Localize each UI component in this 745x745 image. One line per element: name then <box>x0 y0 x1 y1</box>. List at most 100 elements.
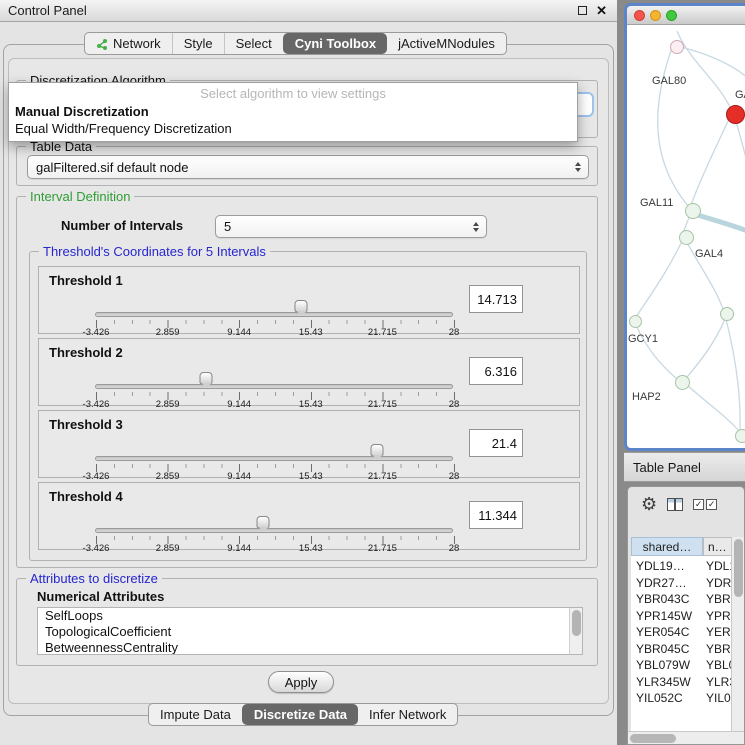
threshold-3-slider[interactable] <box>95 456 453 461</box>
table-row[interactable]: YER054CYER0 <box>631 624 733 641</box>
close-traffic-light[interactable] <box>634 10 645 21</box>
slider-scale-labels: -3.4262.8599.14415.4321.71528 <box>96 540 454 551</box>
threshold-1-slider[interactable] <box>95 312 453 317</box>
table-row[interactable]: YBL079WYBL0 <box>631 657 733 674</box>
close-icon[interactable]: ✕ <box>596 4 607 17</box>
combobox-arrows-icon <box>473 222 479 232</box>
network-node[interactable] <box>735 429 745 443</box>
table-panel-title: Table Panel <box>633 460 701 475</box>
network-node[interactable] <box>720 307 734 321</box>
table-row[interactable]: YPR145WYPR1 <box>631 608 733 625</box>
list-item[interactable]: BetweennessCentrality <box>38 640 582 655</box>
network-window-titlebar[interactable] <box>627 6 745 25</box>
number-of-intervals-label: Number of Intervals <box>61 218 183 233</box>
network-view-window: GAL80 GA GAL11 GAL4 GCY1 HAP2 <box>624 3 745 451</box>
control-panel-tabs: Network Style Select Cyni Toolbox jActiv… <box>84 32 507 55</box>
float-window-icon[interactable] <box>578 6 587 15</box>
table-row[interactable]: YLR345WYLR3 <box>631 674 733 691</box>
tab-label: jActiveMNodules <box>398 36 495 51</box>
slider-thumb[interactable] <box>200 372 213 384</box>
threshold-label: Threshold 3 <box>49 417 123 432</box>
table-row[interactable]: YDR27…YDR2 <box>631 575 733 592</box>
threshold-1-value-input[interactable] <box>469 285 523 313</box>
zoom-traffic-light[interactable] <box>666 10 677 21</box>
gear-icon[interactable]: ⚙ <box>641 495 657 513</box>
table-panel-titlebar: Table Panel <box>624 452 745 482</box>
slider-scale-labels: -3.4262.8599.14415.4321.71528 <box>96 324 454 335</box>
network-node[interactable] <box>679 230 694 245</box>
dropdown-option-manual[interactable]: Manual Discretization <box>9 103 577 120</box>
network-node[interactable] <box>629 315 642 328</box>
tab-jactivemnodules[interactable]: jActiveMNodules <box>387 33 506 54</box>
network-node[interactable] <box>670 40 684 54</box>
tab-label: Cyni Toolbox <box>295 36 376 51</box>
list-scrollbar[interactable] <box>569 608 582 654</box>
network-canvas[interactable]: GAL80 GA GAL11 GAL4 GCY1 HAP2 <box>627 25 745 448</box>
apply-button[interactable]: Apply <box>268 671 334 693</box>
checkbox-icon: ✓ <box>693 499 704 510</box>
numerical-attributes-label: Numerical Attributes <box>37 589 164 604</box>
list-item[interactable]: SelfLoops <box>38 608 582 624</box>
table-row[interactable]: YIL052CYIL0 <box>631 690 733 707</box>
dropdown-option-equal-width[interactable]: Equal Width/Frequency Discretization <box>9 120 577 137</box>
threshold-label: Threshold 4 <box>49 489 123 504</box>
desktop: Control Panel ✕ Network Style Select Cyn… <box>0 0 745 745</box>
table-row[interactable]: YBR043CYBR0 <box>631 591 733 608</box>
slider-scale-labels: -3.4262.8599.14415.4321.71528 <box>96 396 454 407</box>
list-item[interactable]: TopologicalCoefficient <box>38 624 582 640</box>
threshold-3-value-input[interactable] <box>469 429 523 457</box>
dropdown-hint: Select algorithm to view settings <box>9 85 577 103</box>
slider-scale-labels: -3.4262.8599.14415.4321.71528 <box>96 468 454 479</box>
scrollbar-thumb[interactable] <box>572 610 581 636</box>
threshold-2-value-input[interactable] <box>469 357 523 385</box>
slider-thumb[interactable] <box>295 300 308 312</box>
tab-network[interactable]: Network <box>85 33 172 54</box>
scrollbar-thumb[interactable] <box>630 734 676 743</box>
table-columns-icon[interactable] <box>667 498 683 511</box>
tab-label: Impute Data <box>160 707 231 722</box>
tab-label: Style <box>184 36 213 51</box>
table-row[interactable]: YDL19…YDL1 <box>631 558 733 575</box>
node-label: GCY1 <box>628 333 658 345</box>
table-header-row: shared… n… <box>631 537 744 556</box>
combobox-arrows-icon <box>575 162 581 172</box>
tab-infer-network[interactable]: Infer Network <box>358 704 457 725</box>
slider-thumb[interactable] <box>371 444 384 456</box>
threshold-4-value-input[interactable] <box>469 501 523 529</box>
tab-label: Infer Network <box>369 707 446 722</box>
number-of-intervals-combobox[interactable]: 5 <box>215 215 487 238</box>
tab-label: Select <box>236 36 272 51</box>
table-panel-window: ⚙ ✓ ✓ shared… n… YDL19…YDL1 YDR27…YDR2 Y… <box>627 486 745 745</box>
table-data-group: Table Data galFiltered.sif default node <box>16 146 598 186</box>
column-header-shared-name[interactable]: shared… <box>631 537 703 556</box>
tab-impute-data[interactable]: Impute Data <box>149 704 242 725</box>
threshold-3-panel: Threshold 3 -3.4262.8599.14415.4321.7152… <box>38 410 580 478</box>
network-node[interactable] <box>675 375 690 390</box>
control-panel-titlebar: Control Panel ✕ <box>0 0 617 22</box>
table-body: YDL19…YDL1 YDR27…YDR2 YBR043CYBR0 YPR145… <box>631 558 733 707</box>
tab-style[interactable]: Style <box>172 33 224 54</box>
table-horizontal-scrollbar[interactable] <box>628 731 744 744</box>
node-label: GAL11 <box>640 197 673 209</box>
minimize-traffic-light[interactable] <box>650 10 661 21</box>
network-node-highlighted[interactable] <box>726 105 745 124</box>
attributes-group: Attributes to discretize Numerical Attri… <box>16 578 598 666</box>
scrollbar-thumb[interactable] <box>734 539 743 597</box>
threshold-2-slider[interactable] <box>95 384 453 389</box>
tab-discretize-data[interactable]: Discretize Data <box>242 704 358 725</box>
group-title: Attributes to discretize <box>26 571 162 586</box>
table-vertical-scrollbar[interactable] <box>731 537 744 731</box>
number-of-intervals-value: 5 <box>224 219 231 234</box>
numerical-attributes-list[interactable]: SelfLoops TopologicalCoefficient Between… <box>37 607 583 655</box>
interval-definition-group: Interval Definition Number of Intervals … <box>16 196 598 568</box>
threshold-4-slider[interactable] <box>95 528 453 533</box>
node-label: GA <box>735 89 745 101</box>
table-row[interactable]: YBR045CYBR0 <box>631 641 733 658</box>
table-data-combobox[interactable]: galFiltered.sif default node <box>27 155 589 179</box>
network-icon <box>96 38 108 50</box>
tab-cyni-toolbox[interactable]: Cyni Toolbox <box>283 33 387 54</box>
slider-thumb[interactable] <box>257 516 270 528</box>
tab-select[interactable]: Select <box>224 33 283 54</box>
network-node[interactable] <box>685 203 701 219</box>
select-columns-icon[interactable]: ✓ ✓ <box>693 499 717 510</box>
